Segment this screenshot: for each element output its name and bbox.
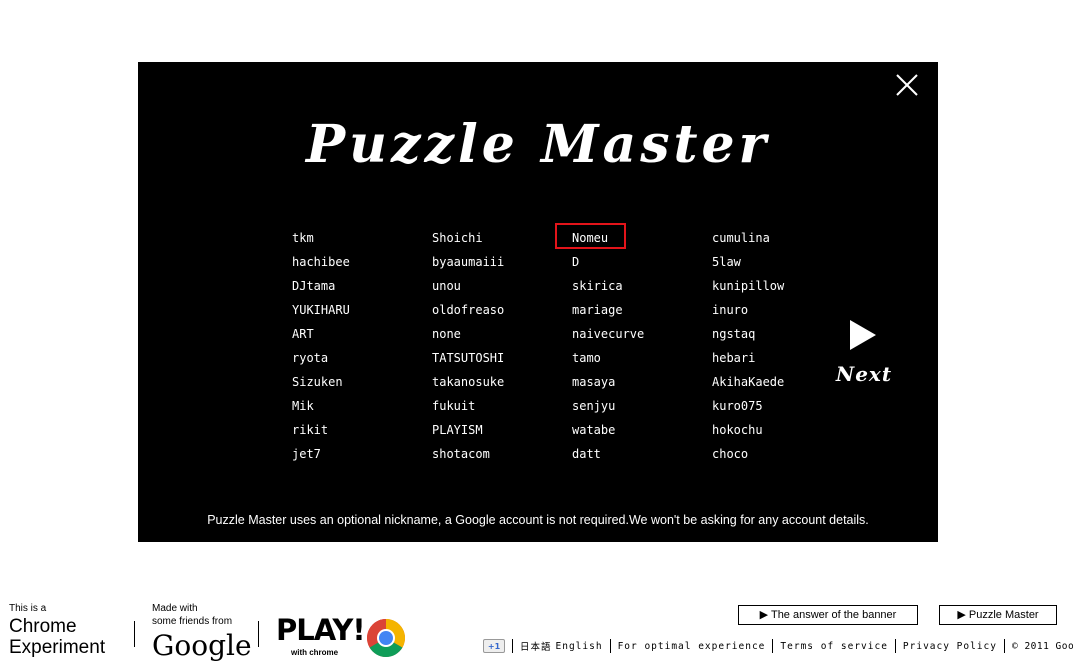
nickname-item[interactable]: byaaumaiii <box>432 255 504 269</box>
play-with-chrome-badge[interactable]: PLAY! with chrome <box>276 613 406 659</box>
nickname-item[interactable]: cumulina <box>712 231 770 245</box>
play-sub-label: with chrome <box>291 648 339 657</box>
nickname-item[interactable]: none <box>432 327 461 341</box>
nickname-item[interactable]: 5law <box>712 255 741 269</box>
nickname-item[interactable]: jet7 <box>292 447 321 461</box>
nickname-item[interactable]: tkm <box>292 231 314 245</box>
nickname-item[interactable]: hokochu <box>712 423 763 437</box>
nickname-item[interactable]: hebari <box>712 351 755 365</box>
nickname-item[interactable]: tamo <box>572 351 601 365</box>
nickname-item[interactable]: PLAYISM <box>432 423 483 437</box>
nickname-item[interactable]: datt <box>572 447 601 461</box>
chrome-experiment-line3: Experiment <box>9 637 106 658</box>
nickname-item[interactable]: TATSUTOSHI <box>432 351 504 365</box>
dialog-title: Puzzle Master <box>306 114 770 175</box>
nickname-item[interactable]: senjyu <box>572 399 615 413</box>
nickname-item[interactable]: Sizuken <box>292 375 343 389</box>
privacy-link[interactable]: Privacy Policy <box>896 641 1004 652</box>
nickname-item[interactable]: rikit <box>292 423 328 437</box>
privacy-notice: Puzzle Master uses an optional nickname,… <box>207 513 869 527</box>
chrome-logo-icon <box>367 619 405 657</box>
terms-link[interactable]: Terms of service <box>773 641 895 652</box>
next-button[interactable]: Next <box>834 316 894 386</box>
optimal-experience-link[interactable]: For optimal experience <box>611 641 773 652</box>
nickname-item[interactable]: Shoichi <box>432 231 483 245</box>
nickname-item[interactable]: ART <box>292 327 314 341</box>
nickname-item[interactable]: unou <box>432 279 461 293</box>
nickname-item[interactable]: choco <box>712 447 748 461</box>
nickname-item[interactable]: oldofreaso <box>432 303 504 317</box>
google-logo: Google <box>152 629 252 662</box>
nickname-item[interactable]: YUKIHARU <box>292 303 350 317</box>
nickname-item[interactable]: takanosuke <box>432 375 504 389</box>
chrome-experiment-badge[interactable]: This is a Chrome Experiment <box>9 603 121 659</box>
nickname-item[interactable]: fukuit <box>432 399 475 413</box>
nickname-item[interactable]: kuro075 <box>712 399 763 413</box>
nickname-item[interactable]: masaya <box>572 375 615 389</box>
nickname-item[interactable]: naivecurve <box>572 327 644 341</box>
lang-ja-link[interactable]: 日本語 <box>513 639 556 653</box>
footer-links: +1 日本語 English For optimal experience Te… <box>483 638 1073 654</box>
copyright: © 2011 Google <box>1012 640 1073 652</box>
nickname-item[interactable]: skirica <box>572 279 623 293</box>
nickname-item[interactable]: AkihaKaede <box>712 375 784 389</box>
nickname-item[interactable]: ryota <box>292 351 328 365</box>
divider <box>134 621 135 647</box>
banner-answer-button[interactable]: ▶ The answer of the banner <box>738 605 918 625</box>
puzzle-master-dialog: Puzzle Master tkm hachibee DJtama YUKIHARU A… <box>138 62 938 542</box>
nickname-item[interactable]: mariage <box>572 303 623 317</box>
play-triangle-icon <box>850 320 876 350</box>
nickname-item[interactable]: watabe <box>572 423 615 437</box>
nickname-item[interactable]: shotacom <box>432 447 490 461</box>
chrome-experiment-line2: Chrome <box>9 616 77 637</box>
chrome-experiment-line1: This is a <box>9 603 47 614</box>
next-label: Next <box>835 362 893 386</box>
nickname-item[interactable]: Mik <box>292 399 314 413</box>
made-with-google-badge[interactable]: Made with some friends from Google <box>152 603 252 663</box>
nickname-item[interactable]: D <box>572 255 579 269</box>
plus-one-button[interactable]: +1 <box>483 639 505 653</box>
made-with-line1: Made with <box>152 603 198 614</box>
selected-name-highlight <box>555 223 626 249</box>
close-icon[interactable] <box>893 71 921 99</box>
nickname-item[interactable]: hachibee <box>292 255 350 269</box>
puzzle-master-button[interactable]: ▶ Puzzle Master <box>939 605 1057 625</box>
made-with-line2: some friends from <box>152 616 233 627</box>
nickname-item[interactable]: inuro <box>712 303 748 317</box>
nickname-item[interactable]: DJtama <box>292 279 335 293</box>
nickname-item[interactable]: ngstaq <box>712 327 755 341</box>
nickname-item[interactable]: kunipillow <box>712 279 784 293</box>
lang-en-link[interactable]: English <box>556 641 610 652</box>
divider <box>258 621 259 647</box>
play-logo: PLAY! <box>276 613 366 647</box>
